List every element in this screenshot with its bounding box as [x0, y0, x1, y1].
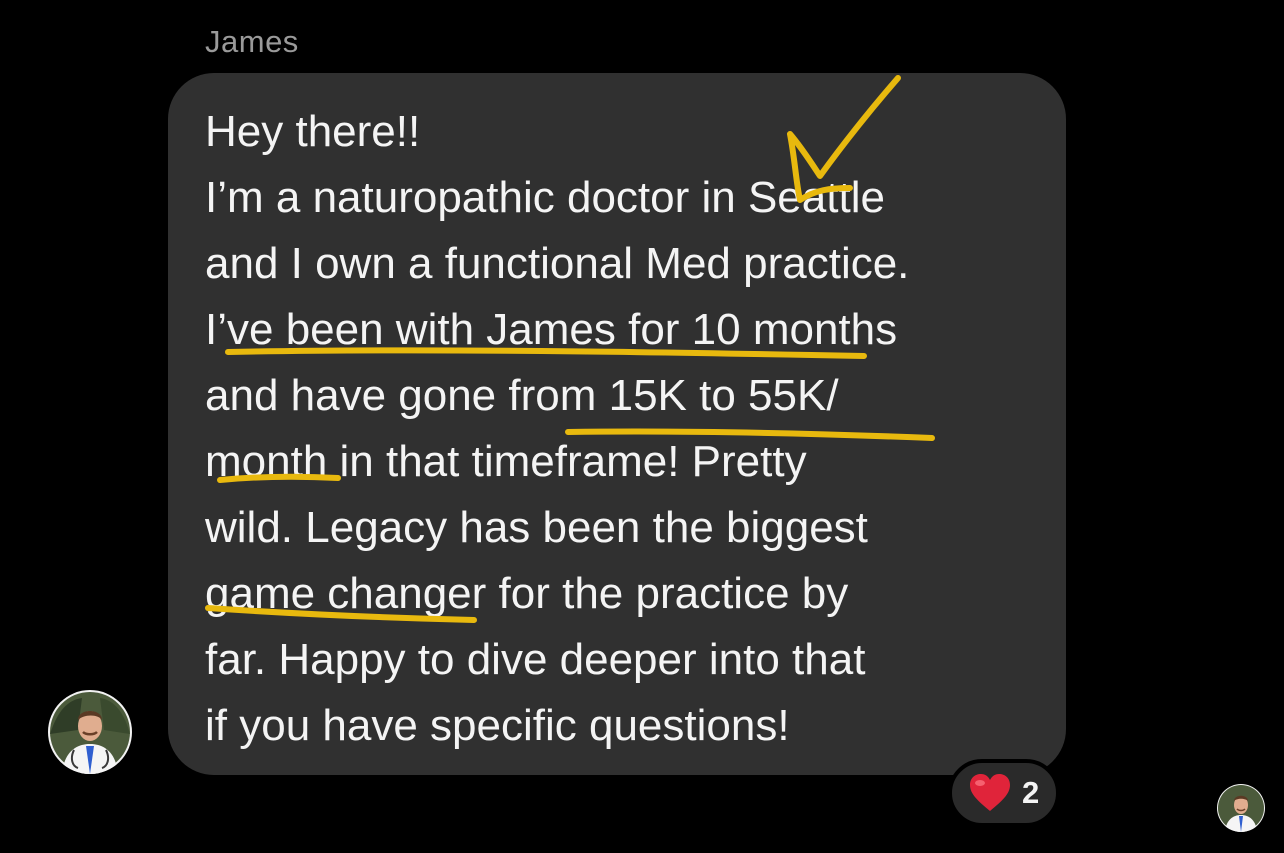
message-line: and have gone from 15K to 55K/	[205, 371, 839, 420]
message-line: wild. Legacy has been the biggest	[205, 503, 868, 552]
message-line: I’ve been with James for 10 months	[205, 305, 898, 354]
message-line: month in that timeframe! Pretty	[205, 437, 807, 486]
sender-name: James	[205, 24, 299, 59]
heart-icon	[970, 774, 1010, 811]
message-line: and I own a functional Med practice.	[205, 239, 910, 288]
read-receipt-avatar	[1217, 784, 1265, 832]
message-line: if you have specific questions!	[205, 701, 790, 750]
sender-avatar[interactable]	[48, 690, 132, 774]
reaction-count: 2	[1022, 775, 1040, 810]
reaction-pill[interactable]: 2	[948, 759, 1060, 827]
profile-photo-icon	[1217, 784, 1265, 832]
profile-photo-icon	[48, 690, 132, 774]
message-line: Hey there!!	[205, 107, 421, 156]
message-line: far. Happy to dive deeper into that	[205, 635, 866, 684]
message-line: I’m a naturopathic doctor in Seattle	[205, 173, 885, 222]
message-line: game changer for the practice by	[205, 569, 849, 618]
